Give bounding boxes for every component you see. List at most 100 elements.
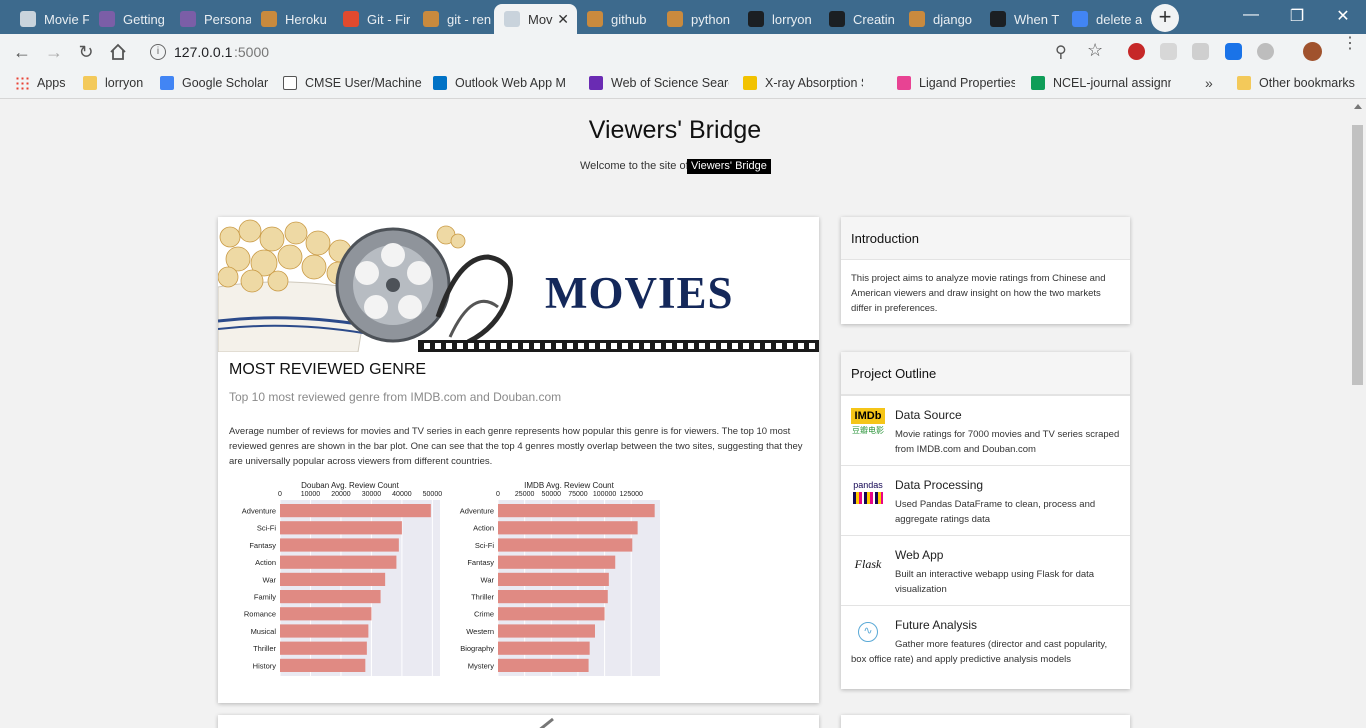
outline-item-title: Web App <box>895 548 944 562</box>
imdb-douban-logo: IMDb 豆瓣电影 <box>851 408 885 435</box>
bookmark-5[interactable]: Web of Science Searc <box>589 76 729 90</box>
minimize-icon[interactable]: — <box>1241 6 1261 26</box>
bookmark-label: Apps <box>37 76 66 90</box>
tab-2[interactable]: Persona <box>170 4 251 34</box>
outline-item-description: Used Pandas DataFrame to clean, process … <box>895 499 1096 525</box>
other-bookmarks[interactable]: Other bookmarks <box>1237 76 1355 90</box>
forward-icon[interactable]: → <box>42 40 66 64</box>
close-tab-icon[interactable]: ✕ <box>557 11 569 28</box>
film-sprocket <box>644 343 650 349</box>
tab-label: Heroku <box>285 11 327 27</box>
tab-5[interactable]: git - ren <box>413 4 494 34</box>
bookmark-7[interactable]: Ligand Properties <box>897 76 1015 90</box>
category-label: Action <box>255 558 276 567</box>
extension-toggle-icon[interactable] <box>1257 43 1274 60</box>
site-info-icon[interactable]: i <box>150 44 166 60</box>
extension-info-icon[interactable] <box>1225 43 1242 60</box>
outline-item-web-app[interactable]: Flask Web App Built an interactive webap… <box>841 535 1130 605</box>
outline-item-data-source[interactable]: IMDb 豆瓣电影 Data Source Movie ratings for … <box>841 395 1130 465</box>
restore-icon[interactable]: ❐ <box>1287 6 1307 26</box>
bookmark-2[interactable]: Google Scholar <box>160 76 268 90</box>
close-window-icon[interactable]: ✕ <box>1333 6 1353 26</box>
profile-avatar[interactable] <box>1303 42 1322 61</box>
bookmark-4[interactable]: Outlook Web App M <box>433 76 566 90</box>
film-sprocket <box>677 343 683 349</box>
url-port: :5000 <box>234 44 270 60</box>
stackoverflow-icon <box>261 11 277 27</box>
film-sprocket <box>622 343 628 349</box>
outline-item-future-analysis[interactable]: ∿ Future Analysis Gather more features (… <box>841 605 1130 675</box>
film-sprocket <box>578 343 584 349</box>
next-side-card <box>841 715 1130 728</box>
tab-7[interactable]: github <box>577 4 657 34</box>
new-tab-button[interactable]: + <box>1151 4 1179 32</box>
zoom-icon[interactable]: ⚲ <box>1055 42 1067 62</box>
extension-adblock-icon[interactable] <box>1128 43 1145 60</box>
tab-12[interactable]: When T <box>980 4 1062 34</box>
github-icon <box>748 11 764 27</box>
category-label: Musical <box>251 627 277 636</box>
film-sprocket <box>743 343 749 349</box>
apps-icon <box>15 76 29 90</box>
film-sprocket <box>512 343 518 349</box>
bar <box>498 538 633 552</box>
bookmark-6[interactable]: X-ray Absorption Spe <box>743 76 863 90</box>
x-tick-label: 10000 <box>301 491 321 498</box>
film-sprocket <box>435 343 441 349</box>
category-label: Family <box>254 593 276 602</box>
outline-item-data-processing[interactable]: pandas Data Processing Used Pandas DataF… <box>841 465 1130 535</box>
tab-1[interactable]: Getting <box>89 4 170 34</box>
tab-11[interactable]: django <box>899 4 980 34</box>
film-sprocket <box>754 343 760 349</box>
bookmark-8[interactable]: NCEL-journal assignm <box>1031 76 1171 90</box>
tab-label: django <box>933 11 973 27</box>
bar <box>280 572 386 586</box>
x-tick-label: 0 <box>496 491 500 498</box>
bar <box>280 658 366 672</box>
tab-6[interactable]: Mov ✕ <box>494 4 577 34</box>
film-sprocket <box>633 343 639 349</box>
tab-10[interactable]: Creatin <box>819 4 899 34</box>
page-icon <box>20 11 36 27</box>
film-sprocket <box>479 343 485 349</box>
stackoverflow-icon <box>423 11 439 27</box>
address-bar[interactable]: i 127.0.0.1 :5000 <box>140 37 1084 67</box>
bookmark-1[interactable]: lorryon <box>83 76 143 90</box>
url-host: 127.0.0.1 <box>174 44 233 60</box>
scroll-up-arrow-icon[interactable] <box>1354 104 1362 109</box>
bookmarks-overflow-icon[interactable]: » <box>1205 75 1213 91</box>
folder-icon <box>83 76 97 90</box>
category-label: Action <box>473 524 494 533</box>
category-label: Western <box>466 627 494 636</box>
reload-icon[interactable]: ↻ <box>74 40 98 64</box>
category-label: Sci-Fi <box>475 541 494 550</box>
outline-item-title: Data Processing <box>895 478 984 492</box>
tab-4[interactable]: Git - Fir <box>333 4 413 34</box>
tab-8[interactable]: python <box>657 4 738 34</box>
home-icon[interactable] <box>106 40 130 64</box>
extension-cast-icon[interactable] <box>1192 43 1209 60</box>
tab-label: python <box>691 11 731 27</box>
back-icon[interactable]: ← <box>10 40 34 64</box>
bookmark-0[interactable]: Apps <box>15 76 66 90</box>
tab-9[interactable]: lorryon <box>738 4 819 34</box>
extension-shield-icon[interactable] <box>1160 43 1177 60</box>
bookmark-star-icon[interactable]: ☆ <box>1087 40 1103 61</box>
menu-icon[interactable]: ⋮ <box>1342 36 1358 52</box>
bookmark-3[interactable]: CMSE User/Machine I <box>283 76 423 90</box>
tab-3[interactable]: Heroku <box>251 4 333 34</box>
category-label: War <box>481 575 495 584</box>
film-sprocket <box>611 343 617 349</box>
tab-label: lorryon <box>772 11 812 27</box>
film-sprocket <box>655 343 661 349</box>
scrollbar-thumb[interactable] <box>1352 125 1363 385</box>
film-sprocket <box>765 343 771 349</box>
tab-label: github <box>611 11 647 27</box>
tab-0[interactable]: Movie F <box>10 4 89 34</box>
tab-13[interactable]: delete a <box>1062 4 1142 34</box>
category-label: Sci-Fi <box>257 524 276 533</box>
tab-label: Getting <box>123 11 165 27</box>
site-title: Viewers' Bridge <box>588 116 762 144</box>
bar <box>280 607 372 621</box>
introduction-header: Introduction <box>841 217 1130 260</box>
